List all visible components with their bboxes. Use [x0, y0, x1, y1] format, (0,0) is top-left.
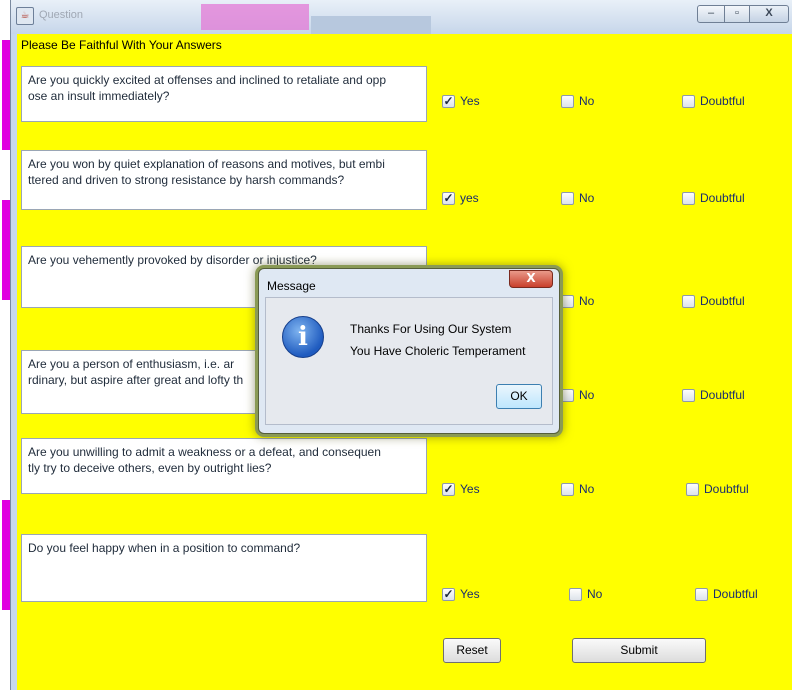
- option-label: Doubtful: [713, 587, 758, 601]
- option-label: No: [587, 587, 603, 601]
- ok-button[interactable]: OK: [496, 384, 542, 409]
- question-textarea[interactable]: Do you feel happy when in a position to …: [21, 534, 427, 602]
- option-label: Yes: [460, 482, 480, 496]
- doubtful-checkbox[interactable]: Doubtful: [695, 587, 758, 601]
- dialog-body: i Thanks For Using Our System You Have C…: [265, 297, 553, 425]
- checkbox-icon: [686, 482, 699, 496]
- message-dialog: Message X i Thanks For Using Our System …: [258, 268, 560, 434]
- java-app-icon: ☕: [16, 7, 34, 25]
- doubtful-checkbox[interactable]: Doubtful: [682, 191, 745, 205]
- dialog-close-button[interactable]: X: [509, 270, 553, 288]
- submit-button[interactable]: Submit: [572, 638, 706, 663]
- option-label: yes: [460, 191, 479, 205]
- checkbox-icon: [561, 294, 574, 308]
- option-label: Yes: [460, 587, 480, 601]
- option-label: No: [579, 388, 595, 402]
- doubtful-checkbox[interactable]: Doubtful: [682, 294, 745, 308]
- question-textarea[interactable]: Are you unwilling to admit a weakness or…: [21, 438, 427, 494]
- option-label: Doubtful: [704, 482, 749, 496]
- option-label: No: [579, 94, 595, 108]
- window-title: Question: [39, 9, 84, 21]
- minimize-button[interactable]: –: [697, 5, 725, 23]
- checkbox-checked-icon: ✓: [442, 586, 455, 601]
- doubtful-checkbox[interactable]: Doubtful: [682, 388, 745, 402]
- yes-checkbox[interactable]: ✓ Yes: [442, 94, 480, 108]
- desktop-background-strip: [2, 40, 10, 150]
- background-overlap: [201, 4, 309, 30]
- option-label: Doubtful: [700, 191, 745, 205]
- dialog-message-line: You Have Choleric Temperament: [350, 344, 526, 358]
- option-label: No: [579, 482, 595, 496]
- yes-checkbox[interactable]: ✓ Yes: [442, 482, 480, 496]
- checkbox-icon: [695, 587, 708, 601]
- window-titlebar[interactable]: ☕ Question – ▫ X: [11, 0, 792, 34]
- dialog-message-line: Thanks For Using Our System: [350, 322, 512, 336]
- checkbox-icon: [561, 482, 574, 496]
- checkbox-checked-icon: ✓: [442, 190, 455, 205]
- yes-checkbox[interactable]: ✓ yes: [442, 191, 479, 205]
- checkbox-icon: [561, 191, 574, 205]
- dialog-title: Message: [267, 279, 316, 293]
- no-checkbox[interactable]: No: [561, 482, 594, 496]
- option-label: No: [579, 191, 595, 205]
- no-checkbox[interactable]: No: [561, 388, 594, 402]
- question-textarea[interactable]: Are you won by quiet explanation of reas…: [21, 150, 427, 210]
- checkbox-icon: [682, 294, 695, 308]
- option-label: Yes: [460, 94, 480, 108]
- checkbox-icon: [561, 388, 574, 402]
- checkbox-icon: [569, 587, 582, 601]
- no-checkbox[interactable]: No: [561, 191, 594, 205]
- info-icon: i: [282, 316, 324, 358]
- doubtful-checkbox[interactable]: Doubtful: [682, 94, 745, 108]
- close-button[interactable]: X: [749, 5, 789, 23]
- checkbox-icon: [561, 94, 574, 108]
- desktop-background-strip: [2, 500, 10, 610]
- option-label: No: [579, 294, 595, 308]
- maximize-button[interactable]: ▫: [724, 5, 750, 23]
- yes-checkbox[interactable]: ✓ Yes: [442, 587, 480, 601]
- reset-button[interactable]: Reset: [443, 638, 501, 663]
- option-label: Doubtful: [700, 294, 745, 308]
- desktop-background-strip: [2, 200, 10, 300]
- no-checkbox[interactable]: No: [561, 294, 594, 308]
- question-textarea[interactable]: Are you quickly excited at offenses and …: [21, 66, 427, 122]
- checkbox-icon: [682, 191, 695, 205]
- checkbox-icon: [682, 94, 695, 108]
- checkbox-checked-icon: ✓: [442, 481, 455, 496]
- option-label: Doubtful: [700, 388, 745, 402]
- checkbox-icon: [682, 388, 695, 402]
- no-checkbox[interactable]: No: [561, 94, 594, 108]
- doubtful-checkbox[interactable]: Doubtful: [686, 482, 749, 496]
- option-label: Doubtful: [700, 94, 745, 108]
- background-overlap: [311, 16, 431, 34]
- page-heading: Please Be Faithful With Your Answers: [21, 38, 222, 52]
- no-checkbox[interactable]: No: [569, 587, 602, 601]
- checkbox-checked-icon: ✓: [442, 93, 455, 108]
